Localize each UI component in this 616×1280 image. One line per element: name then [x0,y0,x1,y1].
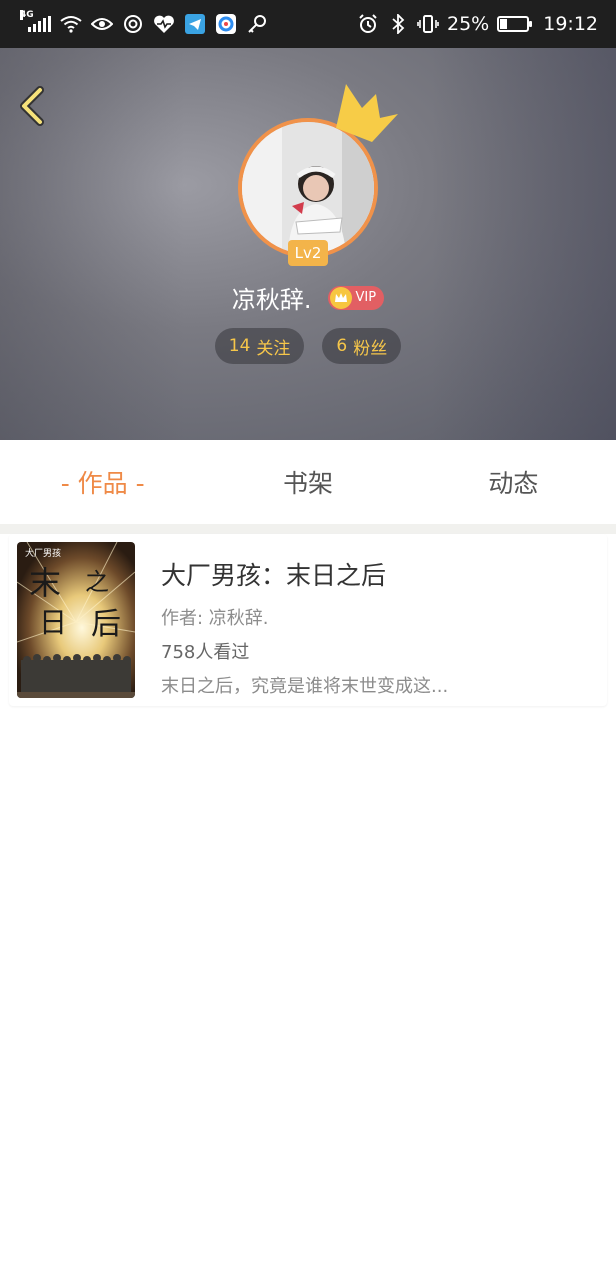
book-view-count: 758人看过 [161,642,250,663]
cover-char-4: 后 [91,607,121,642]
heart-pulse-icon [153,13,175,35]
wifi-icon [60,13,82,35]
vibrate-icon [417,13,439,35]
book-card[interactable]: 大厂男孩 末 之 日 后 大厂男孩：末日之后 作者: 凉秋辞. 758人看过 末… [9,534,607,706]
cover-crowd [21,654,131,698]
following-count: 14 [228,336,251,356]
vip-label: VIP [355,290,377,305]
name-row: 凉秋辞. VIP [0,280,616,315]
status-bar: 4G 25% 19:12 [0,0,616,48]
battery-icon [497,16,533,32]
cover-top-text: 大厂男孩 [25,547,61,559]
vip-badge[interactable]: VIP [327,285,385,310]
profile-header: Lv2 凉秋辞. VIP 14 关注 6 粉丝 [0,48,616,440]
battery-percent: 25% [447,13,490,35]
bluetooth-icon [387,13,409,35]
swirl-icon [122,13,144,35]
avatar-container[interactable]: Lv2 [238,84,398,266]
tab-works[interactable]: - 作品 - [0,464,205,500]
signal-icon: 4G [20,10,51,32]
cover-char-2: 之 [85,568,109,596]
network-type: 4G [20,10,34,20]
eye-icon [91,13,113,35]
username: 凉秋辞. [231,286,312,314]
section-divider [0,524,616,534]
status-left: 4G [20,10,268,35]
tab-activity[interactable]: 动态 [411,464,616,500]
level-badge: Lv2 [288,240,328,266]
cover-char-3: 日 [39,606,67,639]
cover-char-1: 末 [29,564,61,602]
tab-bookshelf[interactable]: 书架 [205,464,410,500]
book-cover[interactable]: 大厂男孩 末 之 日 后 [17,542,135,698]
fans-button[interactable]: 6 粉丝 [322,328,402,364]
following-label: 关注 [256,338,291,359]
stats-row: 14 关注 6 粉丝 [0,328,616,364]
fans-count: 6 [336,336,348,356]
alarm-icon [357,13,379,35]
fans-label: 粉丝 [353,338,388,359]
following-button[interactable]: 14 关注 [214,328,305,364]
book-info: 大厂男孩：末日之后 作者: 凉秋辞. 758人看过 末日之后，究竟是谁将末世变成… [161,556,595,706]
tab-bar: - 作品 - 书架 动态 [0,440,616,524]
vip-crown-icon [329,286,352,309]
battery-level [500,19,507,29]
clock: 19:12 [543,13,598,35]
book-title[interactable]: 大厂男孩：末日之后 [161,556,595,592]
book-author: 作者: 凉秋辞. [161,608,269,629]
telegram-icon [184,13,206,35]
status-right: 25% 19:12 [357,13,598,35]
book-summary: 末日之后，究竟是谁将末世变成这... [161,676,449,697]
key-icon [246,13,268,35]
back-button[interactable] [14,84,54,128]
browser-icon [215,13,237,35]
chevron-left-icon [20,86,44,126]
crown-icon [336,84,398,142]
book-cover-art: 大厂男孩 末 之 日 后 [17,542,135,698]
